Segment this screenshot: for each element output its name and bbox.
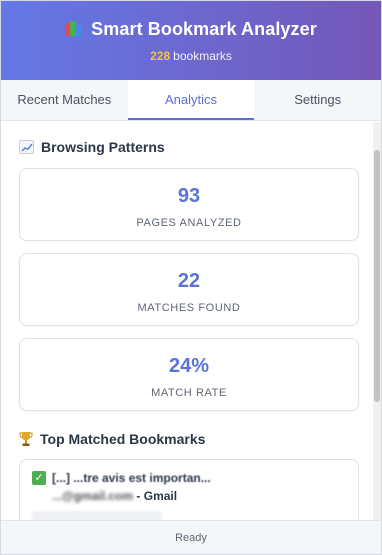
bookmark-count-line: 228 bookmarks (1, 49, 381, 63)
check-mark-icon: ✓ (32, 471, 46, 485)
stat-label: MATCHES FOUND (137, 302, 241, 314)
tab-recent-matches[interactable]: Recent Matches (1, 80, 128, 120)
bookmark-title-row: ✓ [...] ...tre avis est importan... (32, 471, 346, 485)
bookmark-count-suffix: bookmarks (173, 49, 232, 63)
stat-label: PAGES ANALYZED (136, 217, 242, 229)
stat-value: 22 (177, 270, 201, 292)
bookmark-title: [...] ...tre avis est importan... (52, 471, 211, 485)
tab-settings[interactable]: Settings (254, 80, 381, 120)
bookmark-url-redacted (32, 511, 162, 520)
bookmark-email-redacted: ...@gmail.com (52, 489, 134, 503)
app-title: Smart Bookmark Analyzer (91, 19, 317, 39)
browsing-patterns-title: Browsing Patterns (41, 139, 165, 155)
trophy-icon (19, 431, 33, 447)
header: Smart Bookmark Analyzer 228 bookmarks (1, 1, 381, 80)
tab-analytics[interactable]: Analytics (127, 80, 255, 120)
bookmark-count: 228 (150, 49, 171, 63)
status-bar: Ready (1, 520, 381, 554)
bookmark-stack-icon (65, 20, 83, 39)
top-matched-heading: Top Matched Bookmarks (19, 431, 359, 447)
browsing-patterns-heading: Browsing Patterns (19, 139, 359, 155)
tab-bar: Recent Matches Analytics Settings (1, 80, 381, 121)
top-matched-title: Top Matched Bookmarks (40, 431, 206, 447)
top-bookmark-item[interactable]: ✓ [...] ...tre avis est importan... ...@… (19, 459, 359, 520)
stat-label: MATCH RATE (151, 387, 227, 399)
vertical-scrollbar[interactable] (373, 122, 381, 520)
extension-popup: Smart Bookmark Analyzer 228 bookmarks Rec… (0, 0, 382, 555)
status-text: Ready (175, 531, 207, 544)
stat-card-pages-analyzed: 93 PAGES ANALYZED (19, 168, 359, 241)
stat-value: 93 (177, 185, 201, 207)
scrollbar-thumb[interactable] (374, 150, 380, 402)
stat-value: 24% (168, 355, 210, 377)
stat-card-match-rate: 24% MATCH RATE (19, 338, 359, 411)
analytics-panel: Browsing Patterns 93 PAGES ANALYZED 22 M… (1, 122, 381, 520)
bookmark-title-continued: ...@gmail.com - Gmail (52, 489, 346, 503)
stat-card-matches-found: 22 MATCHES FOUND (19, 253, 359, 326)
bookmark-site-suffix: - Gmail (136, 489, 178, 503)
header-title-row: Smart Bookmark Analyzer (1, 19, 381, 40)
chart-increasing-icon (19, 140, 34, 154)
